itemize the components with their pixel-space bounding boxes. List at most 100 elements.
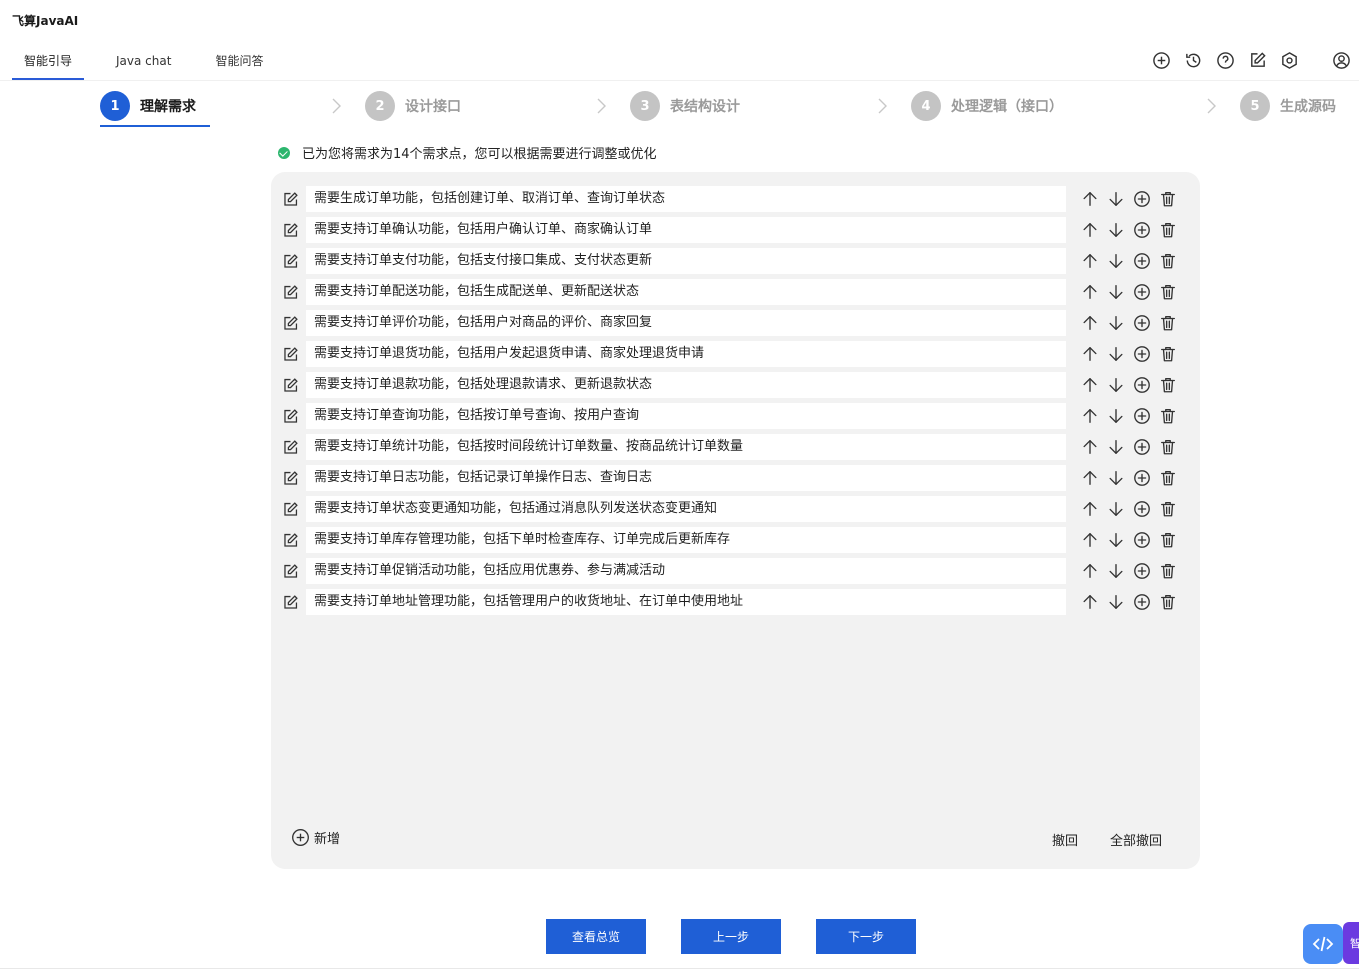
insert-plus-icon[interactable] bbox=[1132, 281, 1152, 303]
insert-plus-icon[interactable] bbox=[1132, 436, 1152, 458]
code-float-button[interactable] bbox=[1303, 924, 1343, 964]
tab-smart-qa[interactable]: 智能问答 bbox=[203, 44, 275, 80]
edit-icon[interactable] bbox=[1247, 50, 1267, 70]
insert-plus-icon[interactable] bbox=[1132, 374, 1152, 396]
requirement-text[interactable]: 需要支持订单支付功能，包括支付接口集成、支付状态更新 bbox=[306, 248, 1066, 274]
move-down-icon[interactable] bbox=[1106, 281, 1126, 303]
delete-trash-icon[interactable] bbox=[1158, 436, 1178, 458]
requirement-text[interactable]: 需要支持订单促销活动功能，包括应用优惠券、参与满减活动 bbox=[306, 558, 1066, 584]
insert-plus-icon[interactable] bbox=[1132, 250, 1152, 272]
requirement-text[interactable]: 需要支持订单库存管理功能，包括下单时检查库存、订单完成后更新库存 bbox=[306, 527, 1066, 553]
requirement-text[interactable]: 需要支持订单评价功能，包括用户对商品的评价、商家回复 bbox=[306, 310, 1066, 336]
move-up-icon[interactable] bbox=[1080, 250, 1100, 272]
requirement-text[interactable]: 需要支持订单退货功能，包括用户发起退货申请、商家处理退货申请 bbox=[306, 341, 1066, 367]
delete-trash-icon[interactable] bbox=[1158, 405, 1178, 427]
requirement-text[interactable]: 需要生成订单功能，包括创建订单、取消订单、查询订单状态 bbox=[306, 186, 1066, 212]
side-float-button[interactable]: 智 bbox=[1343, 922, 1359, 964]
edit-icon[interactable] bbox=[279, 529, 301, 551]
edit-icon[interactable] bbox=[279, 343, 301, 365]
add-requirement-button[interactable]: 新增 bbox=[291, 828, 340, 847]
edit-icon[interactable] bbox=[279, 219, 301, 241]
tab-java-chat[interactable]: Java chat bbox=[104, 44, 183, 80]
requirement-text[interactable]: 需要支持订单日志功能，包括记录订单操作日志、查询日志 bbox=[306, 465, 1066, 491]
requirement-text[interactable]: 需要支持订单地址管理功能，包括管理用户的收货地址、在订单中使用地址 bbox=[306, 589, 1066, 615]
requirement-text[interactable]: 需要支持订单查询功能，包括按订单号查询、按用户查询 bbox=[306, 403, 1066, 429]
tab-smart-guide[interactable]: 智能引导 bbox=[12, 44, 85, 80]
insert-plus-icon[interactable] bbox=[1132, 591, 1152, 613]
move-down-icon[interactable] bbox=[1106, 250, 1126, 272]
insert-plus-icon[interactable] bbox=[1132, 467, 1152, 489]
move-up-icon[interactable] bbox=[1080, 312, 1100, 334]
move-up-icon[interactable] bbox=[1080, 436, 1100, 458]
edit-icon[interactable] bbox=[279, 312, 301, 334]
requirement-text[interactable]: 需要支持订单配送功能，包括生成配送单、更新配送状态 bbox=[306, 279, 1066, 305]
delete-trash-icon[interactable] bbox=[1158, 591, 1178, 613]
edit-icon[interactable] bbox=[279, 436, 301, 458]
delete-trash-icon[interactable] bbox=[1158, 219, 1178, 241]
move-up-icon[interactable] bbox=[1080, 374, 1100, 396]
requirement-text[interactable]: 需要支持订单统计功能，包括按时间段统计订单数量、按商品统计订单数量 bbox=[306, 434, 1066, 460]
step-1[interactable]: 1 理解需求 bbox=[100, 86, 210, 127]
move-down-icon[interactable] bbox=[1106, 405, 1126, 427]
edit-icon[interactable] bbox=[279, 498, 301, 520]
step-2[interactable]: 2 设计接口 bbox=[365, 86, 461, 126]
delete-trash-icon[interactable] bbox=[1158, 281, 1178, 303]
prev-step-button[interactable]: 上一步 bbox=[681, 919, 781, 954]
move-up-icon[interactable] bbox=[1080, 188, 1100, 210]
move-down-icon[interactable] bbox=[1106, 591, 1126, 613]
delete-trash-icon[interactable] bbox=[1158, 467, 1178, 489]
delete-trash-icon[interactable] bbox=[1158, 188, 1178, 210]
step-4[interactable]: 4 处理逻辑（接口） bbox=[911, 86, 1063, 126]
delete-trash-icon[interactable] bbox=[1158, 250, 1178, 272]
edit-icon[interactable] bbox=[279, 250, 301, 272]
insert-plus-icon[interactable] bbox=[1132, 312, 1152, 334]
move-down-icon[interactable] bbox=[1106, 374, 1126, 396]
move-up-icon[interactable] bbox=[1080, 560, 1100, 582]
move-up-icon[interactable] bbox=[1080, 591, 1100, 613]
help-icon[interactable] bbox=[1215, 50, 1235, 70]
next-step-button[interactable]: 下一步 bbox=[816, 919, 916, 954]
settings-icon[interactable] bbox=[1279, 50, 1299, 70]
delete-trash-icon[interactable] bbox=[1158, 529, 1178, 551]
undo-all-button[interactable]: 全部撤回 bbox=[1110, 830, 1162, 849]
move-down-icon[interactable] bbox=[1106, 188, 1126, 210]
delete-trash-icon[interactable] bbox=[1158, 312, 1178, 334]
move-down-icon[interactable] bbox=[1106, 467, 1126, 489]
move-up-icon[interactable] bbox=[1080, 219, 1100, 241]
delete-trash-icon[interactable] bbox=[1158, 374, 1178, 396]
edit-icon[interactable] bbox=[279, 467, 301, 489]
insert-plus-icon[interactable] bbox=[1132, 498, 1152, 520]
requirement-text[interactable]: 需要支持订单确认功能，包括用户确认订单、商家确认订单 bbox=[306, 217, 1066, 243]
move-down-icon[interactable] bbox=[1106, 436, 1126, 458]
insert-plus-icon[interactable] bbox=[1132, 529, 1152, 551]
move-down-icon[interactable] bbox=[1106, 560, 1126, 582]
undo-button[interactable]: 撤回 bbox=[1052, 830, 1078, 849]
overview-button[interactable]: 查看总览 bbox=[546, 919, 646, 954]
delete-trash-icon[interactable] bbox=[1158, 498, 1178, 520]
plus-circle-icon[interactable] bbox=[1151, 50, 1171, 70]
move-up-icon[interactable] bbox=[1080, 498, 1100, 520]
move-up-icon[interactable] bbox=[1080, 405, 1100, 427]
edit-icon[interactable] bbox=[279, 374, 301, 396]
edit-icon[interactable] bbox=[279, 405, 301, 427]
move-down-icon[interactable] bbox=[1106, 498, 1126, 520]
move-down-icon[interactable] bbox=[1106, 312, 1126, 334]
step-3[interactable]: 3 表结构设计 bbox=[630, 86, 740, 126]
requirement-text[interactable]: 需要支持订单退款功能，包括处理退款请求、更新退款状态 bbox=[306, 372, 1066, 398]
move-down-icon[interactable] bbox=[1106, 529, 1126, 551]
insert-plus-icon[interactable] bbox=[1132, 188, 1152, 210]
insert-plus-icon[interactable] bbox=[1132, 560, 1152, 582]
delete-trash-icon[interactable] bbox=[1158, 343, 1178, 365]
move-up-icon[interactable] bbox=[1080, 343, 1100, 365]
step-5[interactable]: 5 生成源码 bbox=[1240, 86, 1336, 126]
insert-plus-icon[interactable] bbox=[1132, 219, 1152, 241]
move-up-icon[interactable] bbox=[1080, 467, 1100, 489]
insert-plus-icon[interactable] bbox=[1132, 405, 1152, 427]
edit-icon[interactable] bbox=[279, 591, 301, 613]
move-down-icon[interactable] bbox=[1106, 343, 1126, 365]
insert-plus-icon[interactable] bbox=[1132, 343, 1152, 365]
edit-icon[interactable] bbox=[279, 188, 301, 210]
user-icon[interactable] bbox=[1331, 50, 1351, 70]
move-up-icon[interactable] bbox=[1080, 281, 1100, 303]
history-icon[interactable] bbox=[1183, 50, 1203, 70]
